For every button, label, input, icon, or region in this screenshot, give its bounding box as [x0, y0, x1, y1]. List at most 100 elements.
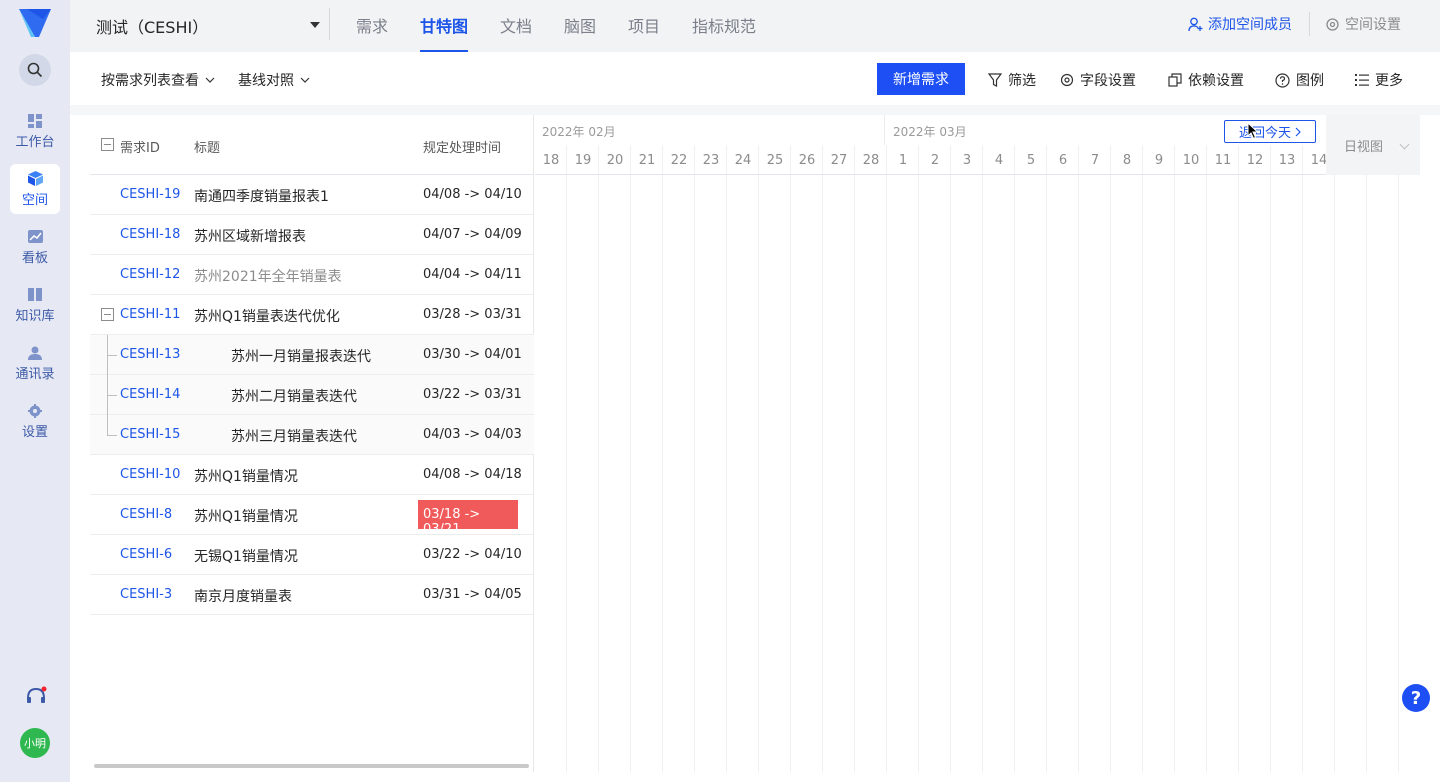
month-label: 2022年 03月: [893, 125, 967, 139]
headset-icon[interactable]: [25, 686, 47, 706]
view-mode-select[interactable]: 日视图: [1326, 115, 1420, 175]
row-id[interactable]: CESHI-18: [120, 227, 180, 242]
nav-workbench[interactable]: 工作台: [10, 106, 60, 156]
row-title: 苏州二月销量表迭代: [231, 389, 357, 405]
table-row[interactable]: CESHI-15 苏州三月销量表迭代 04/03 -> 04/03: [90, 415, 534, 455]
search-icon: [27, 62, 43, 78]
table-header: 需求ID 标题 规定处理时间: [90, 115, 534, 175]
help-button[interactable]: ?: [1402, 684, 1430, 712]
new-requirement-button[interactable]: 新增需求: [877, 63, 965, 95]
row-time: 04/03 -> 04/03: [423, 427, 522, 442]
row-time: 03/31 -> 04/05: [423, 587, 522, 602]
chevron-down-icon: [300, 77, 310, 83]
row-title: 无锡Q1销量情况: [194, 549, 298, 565]
row-id[interactable]: CESHI-8: [120, 507, 172, 522]
row-id[interactable]: CESHI-12: [120, 267, 180, 282]
row-id[interactable]: CESHI-13: [120, 347, 180, 362]
baseline-dropdown[interactable]: 基线对照: [238, 70, 310, 90]
row-id[interactable]: CESHI-15: [120, 427, 180, 442]
grid-column-line: [1110, 145, 1111, 772]
day-label: 9: [1154, 153, 1164, 168]
table-row[interactable]: CESHI-10 苏州Q1销量情况 04/08 -> 04/18: [90, 455, 534, 495]
grid-column-line: [982, 145, 983, 772]
table-row[interactable]: CESHI-14 苏州二月销量表迭代 03/22 -> 03/31: [90, 375, 534, 415]
dependency-settings-button[interactable]: 依赖设置: [1168, 70, 1244, 90]
row-id[interactable]: CESHI-11: [120, 307, 180, 322]
table-row[interactable]: CESHI-19 南通四季度销量报表1 04/08 -> 04/10: [90, 175, 534, 215]
grid-column-line: [1046, 145, 1047, 772]
tree-line: [107, 435, 117, 436]
table-row[interactable]: CESHI-18 苏州区域新增报表 04/07 -> 04/09: [90, 215, 534, 255]
grid-column-line: [598, 145, 599, 772]
column-header-id[interactable]: 需求ID: [120, 137, 160, 156]
nav-label: 空间: [21, 192, 48, 208]
nav-board[interactable]: 看板: [10, 222, 60, 272]
global-search-button[interactable]: [19, 54, 51, 86]
tab-mindmap[interactable]: 脑图: [564, 13, 596, 52]
day-label: 20: [606, 153, 624, 168]
nav-space[interactable]: 空间: [10, 164, 60, 214]
table-row[interactable]: CESHI-13 苏州一月销量报表迭代 03/30 -> 04/01: [90, 335, 534, 375]
dashboard-icon: [28, 113, 42, 128]
space-name: 测试（CESHI）: [96, 18, 209, 37]
column-header-title[interactable]: 标题: [194, 137, 220, 156]
grid-column-line: [1238, 145, 1239, 772]
row-id[interactable]: CESHI-19: [120, 187, 180, 202]
dependency-settings-label: 依赖设置: [1188, 73, 1244, 89]
collapse-all-icon[interactable]: [101, 138, 114, 151]
tab-gantt[interactable]: 甘特图: [420, 13, 469, 52]
column-header-time[interactable]: 规定处理时间: [423, 137, 501, 156]
caret-down-icon: [310, 22, 320, 28]
tab-docs[interactable]: 文档: [500, 13, 532, 52]
row-time: 04/07 -> 04/09: [423, 227, 522, 242]
horizontal-scrollbar[interactable]: [94, 764, 529, 768]
filter-label: 筛选: [1008, 73, 1036, 89]
table-row[interactable]: CESHI-11 苏州Q1销量表迭代优化 03/28 -> 03/31: [90, 295, 534, 335]
space-selector[interactable]: 测试（CESHI）: [96, 13, 326, 39]
row-time: 03/28 -> 03/31: [423, 307, 522, 322]
back-to-today-button[interactable]: 返回今天: [1224, 120, 1316, 143]
table-row[interactable]: CESHI-6 无锡Q1销量情况 03/22 -> 04/10: [90, 535, 534, 575]
more-button[interactable]: 更多: [1355, 70, 1403, 90]
nav-settings[interactable]: 设置: [10, 396, 60, 446]
tab-projects[interactable]: 项目: [628, 13, 660, 52]
grid-column-line: [1078, 145, 1079, 772]
gear-icon: [1060, 73, 1074, 87]
filter-button[interactable]: 筛选: [988, 70, 1036, 90]
table-row[interactable]: CESHI-12 苏州2021年全年销量表 04/04 -> 04/11: [90, 255, 534, 295]
table-row[interactable]: CESHI-8 苏州Q1销量情况 03/18 -> 03/21: [90, 495, 534, 537]
view-mode-value: 日视图: [1344, 139, 1384, 155]
app-logo-icon[interactable]: [17, 7, 53, 39]
day-label: 2: [930, 153, 940, 168]
tab-requirements[interactable]: 需求: [356, 13, 388, 52]
day-label: 18: [542, 153, 560, 168]
nav-label: 看板: [21, 250, 48, 266]
day-label: 6: [1058, 153, 1068, 168]
table-row[interactable]: CESHI-3 南京月度销量表 03/31 -> 04/05: [90, 575, 534, 615]
nav-contacts[interactable]: 通讯录: [10, 338, 60, 388]
grid-column-line: [726, 145, 727, 772]
space-settings-link[interactable]: 空间设置: [1325, 14, 1401, 34]
legend-button[interactable]: 图例: [1275, 70, 1324, 90]
nav-knowledge-base[interactable]: 知识库: [10, 280, 60, 330]
field-settings-button[interactable]: 字段设置: [1060, 70, 1136, 90]
add-member-link[interactable]: 添加空间成员: [1188, 14, 1292, 34]
grid-column-line: [1206, 145, 1207, 772]
row-id[interactable]: CESHI-10: [120, 467, 180, 482]
user-avatar[interactable]: 小明: [20, 728, 50, 758]
view-mode-dropdown[interactable]: 按需求列表查看: [101, 70, 215, 90]
chart-icon: [27, 230, 43, 243]
row-id[interactable]: CESHI-3: [120, 587, 172, 602]
grid-column-line: [886, 145, 887, 772]
grid-column-line: [1302, 145, 1303, 772]
row-id[interactable]: CESHI-6: [120, 547, 172, 562]
tab-metrics[interactable]: 指标规范: [692, 13, 756, 52]
day-label: 5: [1026, 153, 1036, 168]
row-id[interactable]: CESHI-14: [120, 387, 180, 402]
gantt-chart: 2022年 02月 2022年 03月 18 19 20 21 22 23 24 25 26 27…: [535, 115, 1420, 772]
mouse-cursor-icon: [1247, 122, 1259, 140]
view-mode-label: 按需求列表查看: [101, 73, 199, 89]
collapse-row-icon[interactable]: [101, 308, 114, 321]
field-settings-label: 字段设置: [1080, 73, 1136, 89]
contacts-icon: [28, 346, 42, 360]
